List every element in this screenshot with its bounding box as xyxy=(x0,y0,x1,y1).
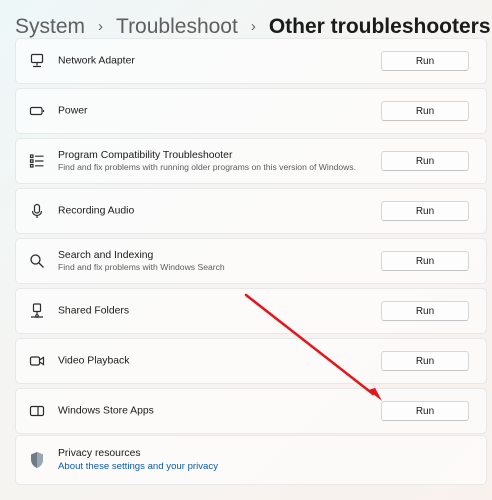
troubleshooter-description: Find and fix problems with Windows Searc… xyxy=(58,262,225,272)
troubleshooter-shared-folders: Shared Folders Run xyxy=(15,288,487,334)
troubleshooter-title: Program Compatibility Troubleshooter xyxy=(58,150,233,161)
video-camera-icon xyxy=(29,353,45,369)
troubleshooter-video-playback: Video Playback Run xyxy=(15,338,487,384)
troubleshooter-title: Recording Audio xyxy=(58,205,135,217)
shield-icon xyxy=(29,452,45,468)
troubleshooter-program-compatibility: Program Compatibility Troubleshooter Fin… xyxy=(15,138,487,184)
run-button-network-adapter[interactable]: Run xyxy=(381,51,469,71)
troubleshooter-title: Video Playback xyxy=(58,355,130,367)
store-app-icon xyxy=(29,403,45,419)
run-button-recording-audio[interactable]: Run xyxy=(381,201,469,221)
run-button-video-playback[interactable]: Run xyxy=(381,351,469,371)
troubleshooter-title: Power xyxy=(58,105,88,117)
run-button-search-indexing[interactable]: Run xyxy=(381,251,469,271)
troubleshooter-windows-store-apps: Windows Store Apps Run xyxy=(15,388,487,434)
troubleshooter-recording-audio: Recording Audio Run xyxy=(15,188,487,234)
privacy-resources: Privacy resources About these settings a… xyxy=(15,435,487,485)
run-button-program-compatibility[interactable]: Run xyxy=(381,151,469,171)
troubleshooter-network-adapter: Network Adapter Run xyxy=(15,38,487,84)
network-adapter-icon xyxy=(29,53,45,69)
microphone-icon xyxy=(29,203,45,219)
troubleshooter-power: Power Run xyxy=(15,88,487,134)
troubleshooter-search-indexing: Search and Indexing Find and fix problem… xyxy=(15,238,487,284)
troubleshooter-title: Shared Folders xyxy=(58,305,130,317)
battery-icon xyxy=(29,103,45,119)
run-button-power[interactable]: Run xyxy=(381,101,469,121)
search-icon xyxy=(29,253,45,269)
troubleshooter-title: Search and Indexing xyxy=(58,250,154,261)
network-drive-icon xyxy=(29,303,45,319)
privacy-link[interactable]: About these settings and your privacy xyxy=(58,460,218,473)
troubleshooter-title: Windows Store Apps xyxy=(58,405,154,417)
troubleshooter-title: Network Adapter xyxy=(58,55,135,67)
run-button-shared-folders[interactable]: Run xyxy=(381,301,469,321)
troubleshooter-description: Find and fix problems with running older… xyxy=(58,162,357,172)
privacy-title: Privacy resources xyxy=(58,448,141,459)
list-icon xyxy=(29,153,45,169)
run-button-windows-store-apps[interactable]: Run xyxy=(381,401,469,421)
